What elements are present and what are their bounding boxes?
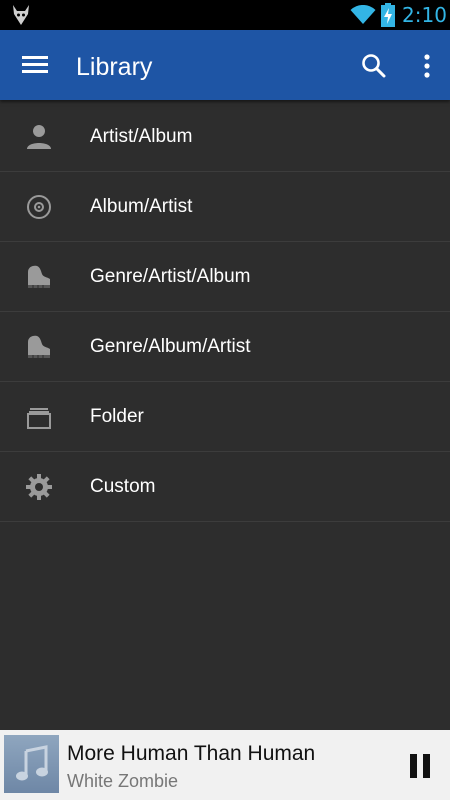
library-list: Artist/Album Album/Artist Genre/Artist/A… [0,102,450,522]
album-art [4,735,59,793]
piano-icon [28,265,50,288]
status-clock: 2:10 [402,3,447,27]
library-item-genre-album-artist[interactable]: Genre/Album/Artist [0,312,450,382]
music-note-icon [16,745,48,781]
library-item-label: Artist/Album [90,126,193,147]
gear-icon [26,474,52,500]
person-icon [27,125,51,149]
library-item-genre-artist-album[interactable]: Genre/Artist/Album [0,242,450,312]
status-bar: 2:10 [0,0,450,30]
menu-icon[interactable] [16,50,54,80]
app-notification-icon [13,5,29,25]
library-item-label: Custom [90,476,156,497]
now-playing-bar[interactable]: More Human Than Human White Zombie [0,730,450,800]
track-artist: White Zombie [67,771,179,791]
library-item-label: Genre/Album/Artist [90,336,251,357]
disc-icon [27,195,51,219]
overflow-menu-icon[interactable] [414,50,440,82]
library-item-folder[interactable]: Folder [0,382,450,452]
track-title: More Human Than Human [67,742,316,765]
library-item-label: Folder [90,406,144,427]
library-item-artist-album[interactable]: Artist/Album [0,102,450,172]
library-item-label: Album/Artist [90,196,193,217]
pause-icon[interactable] [402,748,438,784]
library-item-custom[interactable]: Custom [0,452,450,522]
wifi-icon [350,5,376,24]
battery-charging-icon [381,3,395,27]
page-title: Library [76,53,153,81]
library-item-album-artist[interactable]: Album/Artist [0,172,450,242]
folder-icon [27,408,51,429]
piano-icon [28,335,50,358]
search-icon[interactable] [358,50,390,82]
app-toolbar: Library [0,30,450,100]
library-item-label: Genre/Artist/Album [90,266,251,287]
